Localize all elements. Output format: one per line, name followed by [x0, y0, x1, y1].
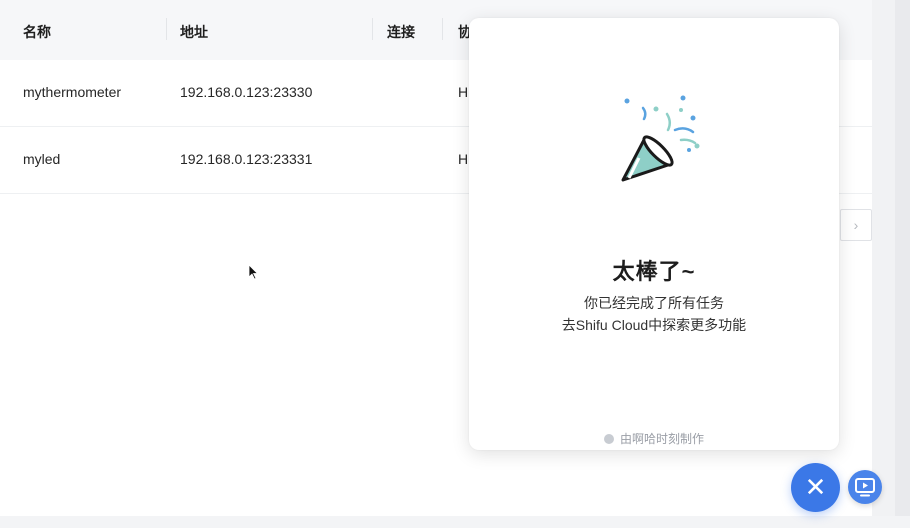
mouse-cursor-icon [248, 264, 259, 280]
close-guide-button[interactable]: ✕ [791, 463, 840, 512]
made-by-label: 由啊哈时刻制作 [619, 432, 704, 446]
device-protocol-cell: H [458, 84, 469, 100]
monitor-play-icon [855, 478, 875, 497]
column-header-connection[interactable]: 连接 [387, 22, 415, 42]
bottom-edge [0, 516, 910, 528]
column-header-name[interactable]: 名称 [23, 22, 51, 42]
column-divider [442, 18, 443, 40]
column-divider [372, 18, 373, 40]
scrollbar-track[interactable] [895, 0, 910, 528]
completion-dialog: 太棒了~ 你已经完成了所有任务 去Shifu Cloud中探索更多功能 由啊哈时… [469, 18, 839, 450]
column-divider [166, 18, 167, 40]
brand-logo-icon [603, 434, 614, 444]
dialog-title: 太棒了~ [612, 259, 696, 284]
column-header-address[interactable]: 地址 [180, 22, 208, 42]
pagination-next-button[interactable]: › [840, 209, 872, 241]
screen-share-button[interactable] [848, 470, 882, 504]
dialog-submessage: 去Shifu Cloud中探索更多功能 [561, 317, 747, 333]
device-address-cell: 192.168.0.123:23331 [180, 151, 313, 167]
dialog-footer: 由啊哈时刻制作 [469, 430, 839, 447]
device-address-cell: 192.168.0.123:23330 [180, 84, 313, 100]
device-name-cell: mythermometer [23, 84, 122, 100]
device-protocol-cell: H [458, 151, 469, 167]
party-popper-icon [621, 95, 700, 182]
dialog-message: 你已经完成了所有任务 [584, 295, 724, 311]
device-name-cell: myled [23, 151, 61, 167]
